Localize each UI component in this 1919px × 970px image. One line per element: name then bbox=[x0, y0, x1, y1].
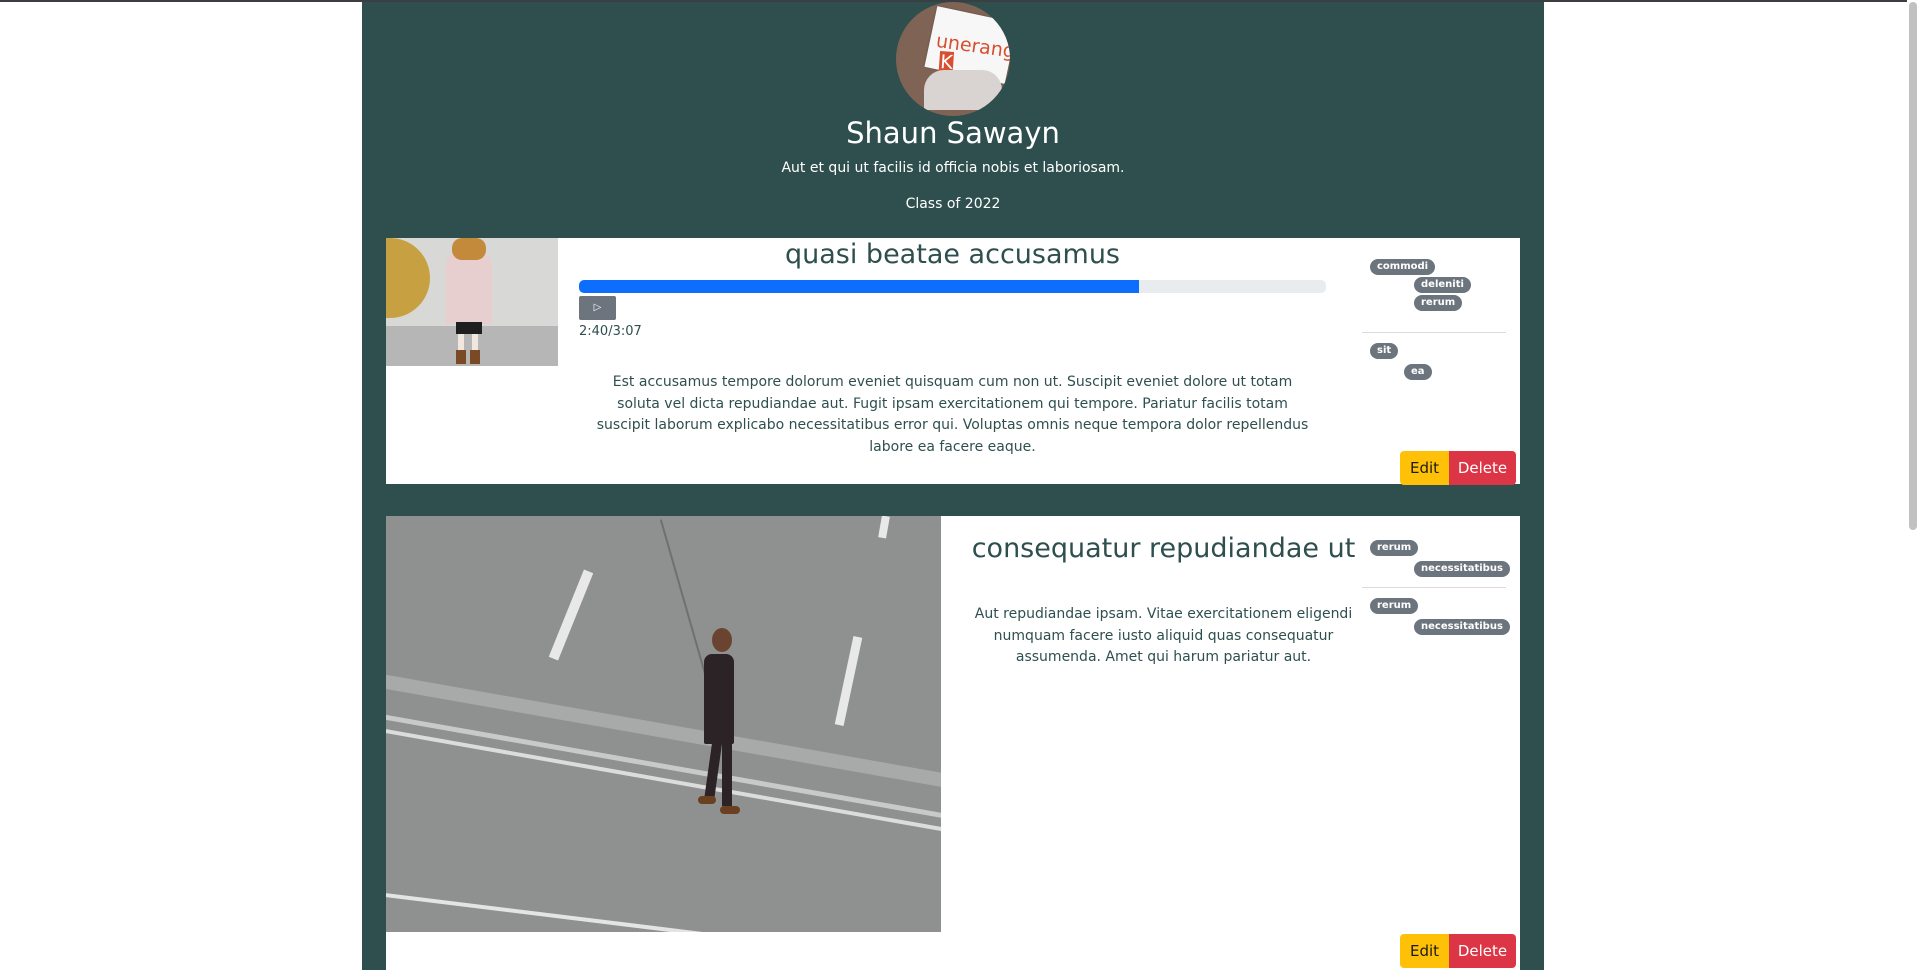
post-thumbnail[interactable] bbox=[386, 238, 558, 366]
thumbnail-tree bbox=[386, 238, 430, 318]
tag-group-divider bbox=[1362, 332, 1506, 333]
edit-button[interactable]: Edit bbox=[1400, 934, 1449, 968]
tag-badge[interactable]: necessitatibus bbox=[1414, 619, 1510, 635]
profile-page: Kunerango Shaun Sawayn Aut et qui ut fac… bbox=[362, 2, 1544, 970]
photo-road-dash bbox=[878, 516, 890, 539]
photo-person-head bbox=[712, 628, 732, 652]
delete-button[interactable]: Delete bbox=[1449, 451, 1516, 485]
play-button[interactable]: ▷ bbox=[579, 296, 616, 320]
thumbnail-boot bbox=[470, 350, 480, 364]
avatar-sign-text: Kunerango bbox=[935, 30, 1010, 74]
thumbnail-scarf bbox=[452, 238, 486, 260]
post-description: Est accusamus tempore dolorum eveniet qu… bbox=[596, 374, 1309, 455]
post-title: consequatur repudiandae ut bbox=[971, 533, 1356, 564]
post-card: quasi beatae accusamus ▷ 2:40/3:07 Est a… bbox=[386, 238, 1520, 485]
profile-avatar: Kunerango bbox=[896, 2, 1010, 116]
tag-badge[interactable]: necessitatibus bbox=[1414, 561, 1510, 577]
photo-person-shoe bbox=[698, 796, 716, 804]
audio-progress-fill bbox=[579, 280, 1140, 293]
post-image[interactable] bbox=[386, 516, 941, 932]
audio-time: 2:40/3:07 bbox=[579, 324, 642, 339]
tag-group-divider bbox=[1362, 587, 1506, 588]
post-card: consequatur repudiandae ut Aut repudiand… bbox=[386, 516, 1520, 970]
photo-road-dash bbox=[834, 636, 863, 726]
edit-button[interactable]: Edit bbox=[1400, 451, 1449, 485]
tag-badge[interactable]: commodi bbox=[1370, 259, 1436, 275]
photo-person-leg bbox=[722, 742, 732, 806]
profile-class: Class of 2022 bbox=[905, 196, 1001, 212]
photo-person-body bbox=[704, 654, 734, 744]
thumbnail-skirt bbox=[456, 322, 482, 334]
post-description: Aut repudiandae ipsam. Vitae exercitatio… bbox=[974, 606, 1353, 665]
tag-badge[interactable]: deleniti bbox=[1414, 277, 1471, 293]
thumbnail-boot bbox=[456, 350, 466, 364]
tag-badge[interactable]: rerum bbox=[1414, 295, 1463, 311]
photo-road-line bbox=[386, 726, 941, 842]
profile-name: Shaun Sawayn bbox=[846, 116, 1060, 150]
tag-badge[interactable]: rerum bbox=[1370, 540, 1419, 556]
post-title: quasi beatae accusamus bbox=[784, 239, 1120, 270]
audio-progress-bar[interactable] bbox=[579, 280, 1326, 293]
play-icon: ▷ bbox=[593, 302, 602, 313]
photo-road-line bbox=[386, 890, 745, 932]
avatar-hand bbox=[924, 70, 1002, 110]
tag-badge[interactable]: sit bbox=[1370, 343, 1399, 359]
tag-badge[interactable]: ea bbox=[1404, 364, 1432, 380]
scrollbar-thumb[interactable] bbox=[1909, 2, 1917, 530]
thumbnail-coat bbox=[446, 254, 492, 324]
photo-person-shoe bbox=[720, 806, 740, 814]
delete-button[interactable]: Delete bbox=[1449, 934, 1516, 968]
tag-badge[interactable]: rerum bbox=[1370, 598, 1419, 614]
photo-road-dash bbox=[548, 569, 594, 661]
profile-bio: Aut et qui ut facilis id officia nobis e… bbox=[781, 160, 1125, 176]
